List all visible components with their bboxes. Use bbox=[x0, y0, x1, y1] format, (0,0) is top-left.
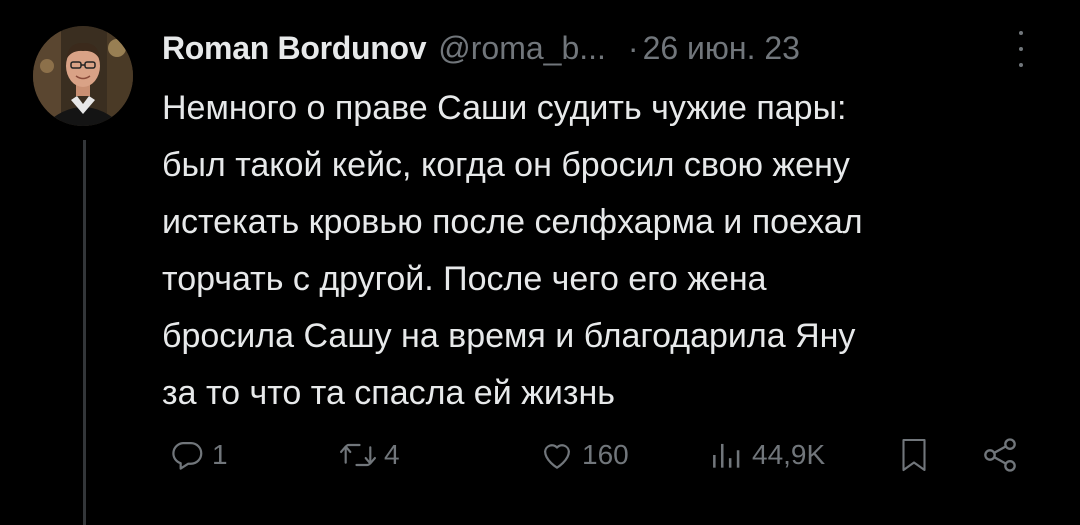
tweet-text-line: был такой кейс, когда он бросил свою жен… bbox=[162, 146, 850, 184]
tweet-date[interactable]: 26 июн. 23 bbox=[643, 30, 800, 67]
author-name[interactable]: Roman Bordunov bbox=[162, 30, 427, 67]
author-handle[interactable]: @roma_b... bbox=[438, 30, 606, 67]
share-button[interactable] bbox=[980, 432, 1020, 478]
like-button[interactable]: 160 bbox=[538, 432, 629, 478]
tweet-text: Немного о праве Саши судить чужие пары: … bbox=[162, 80, 1062, 422]
retweet-button[interactable]: 4 bbox=[338, 432, 400, 478]
tweet-header: Roman Bordunov @roma_b... · 26 июн. 23 bbox=[162, 28, 800, 68]
views-count: 44,9K bbox=[752, 439, 826, 470]
reply-count: 1 bbox=[212, 439, 228, 470]
more-vertical-icon[interactable] bbox=[1016, 31, 1026, 67]
avatar[interactable] bbox=[33, 26, 133, 126]
tweet-text-line: торчать с другой. После чего его жена bbox=[162, 260, 767, 298]
header-separator: · bbox=[627, 29, 639, 66]
share-icon bbox=[984, 438, 1016, 472]
bookmark-icon bbox=[902, 438, 926, 472]
reply-button[interactable]: 1 bbox=[168, 432, 228, 478]
like-count: 160 bbox=[582, 439, 629, 470]
reply-icon bbox=[172, 442, 203, 470]
retweet-count: 4 bbox=[384, 439, 400, 470]
action-bar: 1 4 160 44,9K bbox=[162, 432, 1042, 478]
tweet-text-line: истекать кровью после селфхарма и поехал bbox=[162, 203, 863, 241]
analytics-icon bbox=[713, 443, 740, 468]
bookmark-button[interactable] bbox=[896, 432, 932, 478]
thread-line bbox=[83, 140, 86, 525]
views-button[interactable]: 44,9K bbox=[708, 432, 825, 478]
avatar-image bbox=[33, 26, 133, 126]
tweet-text-line: за то что та спасла ей жизнь bbox=[162, 374, 615, 412]
tweet-text-line: бросила Сашу на время и благодарила Яну bbox=[162, 317, 856, 355]
tweet-text-line: Немного о праве Саши судить чужие пары: bbox=[162, 89, 847, 127]
retweet-icon bbox=[340, 443, 376, 467]
heart-icon bbox=[544, 444, 570, 469]
